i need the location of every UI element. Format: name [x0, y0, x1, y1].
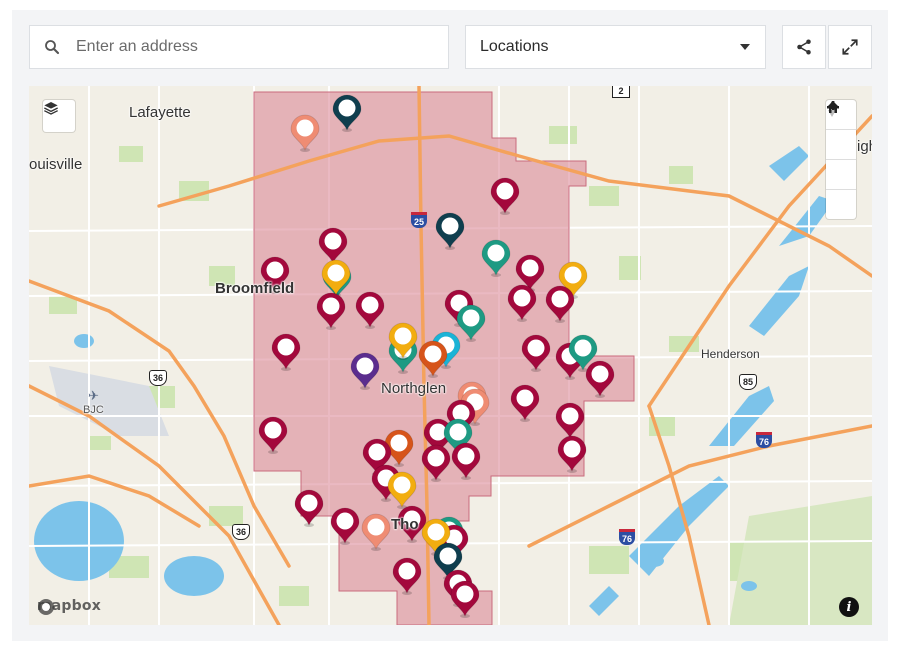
- location-pin[interactable]: [456, 304, 486, 342]
- attribution-info-button[interactable]: i: [839, 597, 859, 617]
- expand-icon: [842, 39, 858, 55]
- compass-button[interactable]: [826, 101, 856, 190]
- location-pin[interactable]: [330, 507, 360, 545]
- location-pin[interactable]: [481, 239, 511, 277]
- shield-i76-b: 76: [619, 529, 635, 545]
- fullscreen-button[interactable]: [828, 25, 872, 69]
- airport-icon: ✈: [88, 388, 99, 403]
- info-icon: i: [846, 599, 852, 615]
- label-henderson: Henderson: [701, 347, 760, 361]
- location-pin[interactable]: [316, 292, 346, 330]
- label-lafayette: Lafayette: [129, 104, 191, 121]
- shield-us36-a: 36: [149, 370, 167, 386]
- location-pin[interactable]: [585, 360, 615, 398]
- mapbox-logo[interactable]: mapbox: [37, 598, 101, 615]
- location-pin[interactable]: [294, 489, 324, 527]
- caret-down-icon: [740, 44, 750, 50]
- location-pin[interactable]: [290, 114, 320, 152]
- location-filter-select[interactable]: Locations: [465, 25, 766, 69]
- location-pin[interactable]: [507, 284, 537, 322]
- location-pin[interactable]: [545, 285, 575, 323]
- location-pin[interactable]: [490, 177, 520, 215]
- map-toolbar: Locations: [29, 25, 872, 71]
- location-pin[interactable]: [271, 333, 301, 371]
- location-pin[interactable]: [361, 513, 391, 551]
- mapbox-icon: [38, 599, 54, 615]
- location-pin[interactable]: [258, 416, 288, 454]
- location-pin[interactable]: [557, 435, 587, 473]
- location-pin[interactable]: [521, 334, 551, 372]
- location-pin[interactable]: [421, 444, 451, 482]
- layers-button[interactable]: [43, 100, 75, 132]
- shield-i25: 25: [411, 212, 427, 228]
- location-pin[interactable]: [451, 442, 481, 480]
- location-pin[interactable]: [435, 212, 465, 250]
- location-pin[interactable]: [450, 580, 480, 618]
- share-button[interactable]: [782, 25, 826, 69]
- location-pin[interactable]: [355, 291, 385, 329]
- label-brighton: igh: [857, 138, 872, 155]
- location-pin[interactable]: [387, 471, 417, 509]
- home-icon: [827, 101, 839, 113]
- location-pin[interactable]: [350, 352, 380, 390]
- label-thornton: Tho: [391, 516, 419, 533]
- location-pin[interactable]: [555, 402, 585, 440]
- share-icon: [797, 39, 811, 55]
- search-icon: [30, 25, 74, 69]
- label-airport: BJC: [83, 404, 104, 416]
- shield-i76-a: 76: [756, 432, 772, 448]
- address-search: [29, 25, 449, 69]
- location-pin[interactable]: [418, 340, 448, 378]
- location-pin[interactable]: [510, 384, 540, 422]
- shield-co2: 2: [612, 86, 630, 98]
- shield-us36-b: 36: [232, 524, 250, 540]
- zoom-out-button[interactable]: [826, 106, 856, 160]
- location-filter-value: Locations: [480, 38, 549, 55]
- map-canvas[interactable]: Lafayette ouisville Broomfield Northglen…: [29, 86, 872, 625]
- address-search-input[interactable]: [74, 37, 418, 57]
- location-pin[interactable]: [321, 259, 351, 297]
- label-broomfield: Broomfield: [215, 280, 295, 297]
- label-northglenn: Northglen: [381, 380, 447, 397]
- label-louisville: ouisville: [29, 156, 83, 173]
- location-pin[interactable]: [332, 94, 362, 132]
- home-button[interactable]: [826, 101, 856, 219]
- map-navigation-controls: [826, 100, 856, 219]
- location-pin[interactable]: [392, 557, 422, 595]
- location-pin[interactable]: [318, 227, 348, 265]
- layers-icon: [44, 102, 58, 115]
- shield-us85: 85: [739, 374, 757, 390]
